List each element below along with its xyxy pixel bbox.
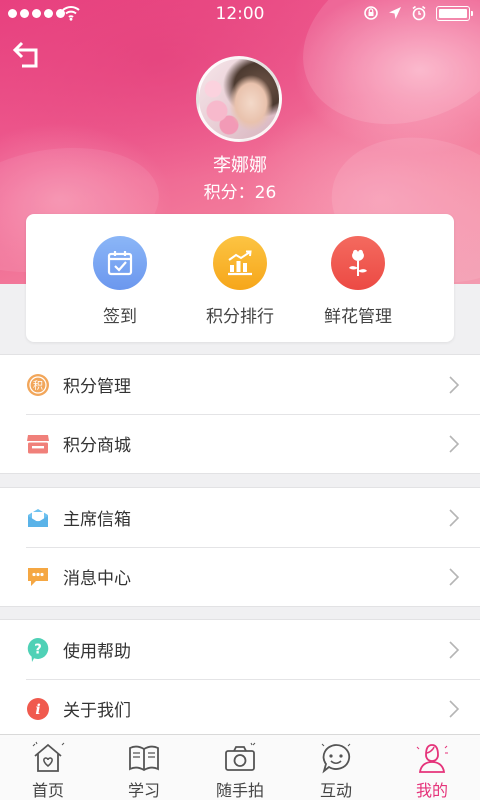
user-points: 积分：26 xyxy=(203,183,277,203)
menu-item-chairman-mailbox[interactable]: 主席信箱 xyxy=(0,488,480,547)
tab-label: 首页 xyxy=(31,781,64,800)
menu-item-message-center[interactable]: 消息中心 xyxy=(0,547,480,606)
shop-icon xyxy=(26,432,50,456)
chat-face-icon xyxy=(321,743,351,774)
mailbox-icon xyxy=(26,506,50,530)
bar-chart-icon xyxy=(213,236,267,290)
battery-icon xyxy=(436,5,473,21)
tab-label: 随手拍 xyxy=(215,781,264,800)
chevron-right-icon xyxy=(449,568,460,586)
menu-item-points-management[interactable]: 积 积分管理 xyxy=(0,355,480,414)
quick-action-label: 积分排行 xyxy=(206,307,274,327)
tab-study[interactable]: 学习 xyxy=(96,735,192,800)
camera-icon xyxy=(225,742,256,771)
info-icon: i xyxy=(26,697,50,721)
points-ranking-button[interactable]: 积分排行 xyxy=(180,236,300,327)
chevron-right-icon xyxy=(449,376,460,394)
menu-group-help: ? 使用帮助 i 关于我们 xyxy=(0,619,480,739)
rose-icon xyxy=(331,236,385,290)
menu-item-label: 关于我们 xyxy=(63,701,131,721)
menu-group-points: 积 积分管理 积分商城 xyxy=(0,354,480,474)
help-icon: ? xyxy=(26,638,50,662)
book-icon xyxy=(129,745,159,772)
quick-action-label: 鲜花管理 xyxy=(324,307,392,327)
points-medal-icon: 积 xyxy=(26,373,50,397)
home-icon xyxy=(32,741,65,772)
chevron-right-icon xyxy=(449,700,460,718)
location-arrow-icon xyxy=(389,7,401,19)
message-icon xyxy=(26,565,50,589)
status-bar: 12:00 xyxy=(0,0,480,28)
menu-item-about-us[interactable]: i 关于我们 xyxy=(0,679,480,738)
avatar[interactable] xyxy=(196,56,282,142)
tab-interact[interactable]: 互动 xyxy=(288,735,384,800)
svg-text:积: 积 xyxy=(33,380,43,392)
back-button[interactable] xyxy=(10,40,46,74)
tab-mine[interactable]: 我的 xyxy=(384,735,480,800)
menu-item-label: 积分商城 xyxy=(63,436,131,456)
tab-snapshot[interactable]: 随手拍 xyxy=(192,735,288,800)
menu-item-label: 消息中心 xyxy=(63,569,131,589)
quick-action-label: 签到 xyxy=(103,307,137,327)
chevron-right-icon xyxy=(449,641,460,659)
back-arrow-icon xyxy=(12,41,38,68)
sign-in-button[interactable]: 签到 xyxy=(60,236,180,327)
user-name: 李娜娜 xyxy=(213,155,267,176)
menu-item-label: 主席信箱 xyxy=(63,510,131,530)
menu-item-label: 使用帮助 xyxy=(63,642,131,662)
menu-item-points-mall[interactable]: 积分商城 xyxy=(0,414,480,473)
svg-text:i: i xyxy=(35,702,40,718)
quick-actions-card: 签到 积分排行 鲜花管理 xyxy=(26,214,454,342)
tab-label: 我的 xyxy=(415,781,448,800)
tab-home[interactable]: 首页 xyxy=(0,735,96,800)
alarm-icon xyxy=(412,5,426,21)
bottom-tab-bar: 首页 学习 随手拍 互动 我的 xyxy=(0,734,480,800)
calendar-check-icon xyxy=(93,236,147,290)
rotation-lock-icon xyxy=(364,6,378,20)
svg-text:?: ? xyxy=(34,643,42,658)
person-icon xyxy=(416,744,448,773)
menu-item-help[interactable]: ? 使用帮助 xyxy=(0,620,480,679)
flower-management-button[interactable]: 鲜花管理 xyxy=(298,236,418,327)
tab-label: 互动 xyxy=(319,781,352,800)
chevron-right-icon xyxy=(449,435,460,453)
menu-group-messages: 主席信箱 消息中心 xyxy=(0,487,480,607)
chevron-right-icon xyxy=(449,509,460,527)
menu-item-label: 积分管理 xyxy=(63,377,131,397)
tab-label: 学习 xyxy=(127,781,160,800)
